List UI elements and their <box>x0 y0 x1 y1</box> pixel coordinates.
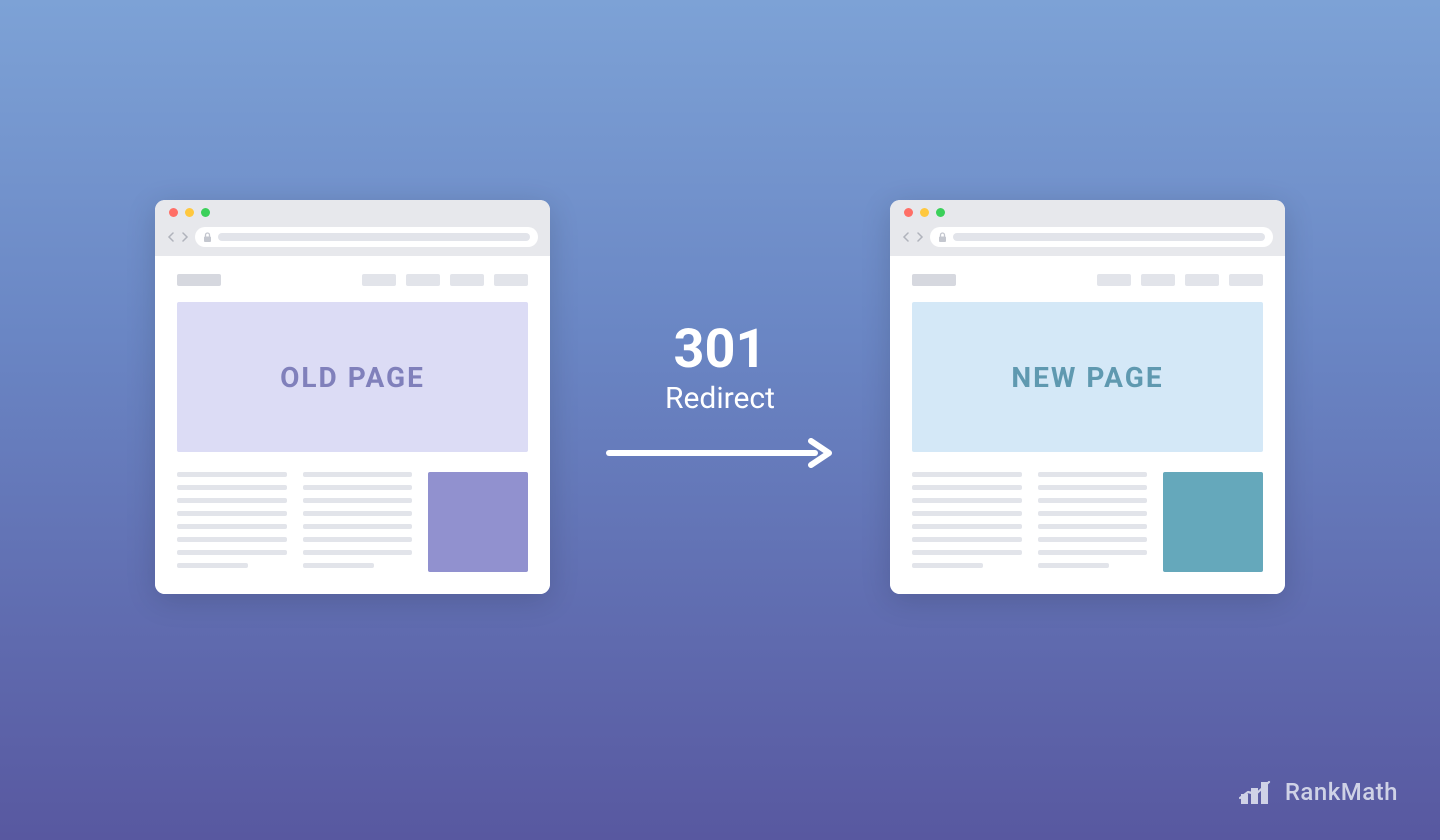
window-titlebar <box>890 200 1285 224</box>
thumbnail-placeholder <box>428 472 528 572</box>
window-zoom-icon <box>936 208 945 217</box>
text-column <box>303 472 413 572</box>
text-column <box>912 472 1022 572</box>
status-word: Redirect <box>600 381 840 416</box>
image-column <box>1163 472 1263 572</box>
address-placeholder <box>953 233 1265 241</box>
hero-old: OLD PAGE <box>177 302 528 452</box>
menu-placeholder <box>1097 274 1263 286</box>
browser-new-page: NEW PAGE <box>890 200 1285 594</box>
page-body: OLD PAGE <box>155 256 550 594</box>
hero-label: OLD PAGE <box>280 361 425 394</box>
address-bar <box>195 227 538 247</box>
logo-placeholder <box>912 274 956 286</box>
brand-watermark: RankMath <box>1239 778 1398 806</box>
browser-toolbar <box>155 224 550 256</box>
text-column <box>1038 472 1148 572</box>
page-header <box>177 274 528 286</box>
text-column <box>177 472 287 572</box>
address-placeholder <box>218 233 530 241</box>
lock-icon <box>203 228 212 247</box>
content-columns <box>912 472 1263 572</box>
image-column <box>428 472 528 572</box>
window-close-icon <box>169 208 178 217</box>
window-minimize-icon <box>920 208 929 217</box>
logo-placeholder <box>177 274 221 286</box>
hero-label: NEW PAGE <box>1011 361 1163 394</box>
menu-placeholder <box>362 274 528 286</box>
arrow-right-icon <box>605 438 835 468</box>
address-bar <box>930 227 1273 247</box>
window-minimize-icon <box>185 208 194 217</box>
page-header <box>912 274 1263 286</box>
content-columns <box>177 472 528 572</box>
page-body: NEW PAGE <box>890 256 1285 594</box>
rankmath-logo-icon <box>1239 778 1273 806</box>
browser-old-page: OLD PAGE <box>155 200 550 594</box>
window-titlebar <box>155 200 550 224</box>
brand-name: RankMath <box>1285 778 1398 806</box>
lock-icon <box>938 228 947 247</box>
window-close-icon <box>904 208 913 217</box>
status-code: 301 <box>600 323 840 377</box>
diagram-canvas: OLD PAGE 301 Redirect <box>0 200 1440 594</box>
browser-toolbar <box>890 224 1285 256</box>
nav-arrows-icon <box>167 232 189 242</box>
window-zoom-icon <box>201 208 210 217</box>
redirect-label: 301 Redirect <box>600 323 840 472</box>
nav-arrows-icon <box>902 232 924 242</box>
hero-new: NEW PAGE <box>912 302 1263 452</box>
thumbnail-placeholder <box>1163 472 1263 572</box>
